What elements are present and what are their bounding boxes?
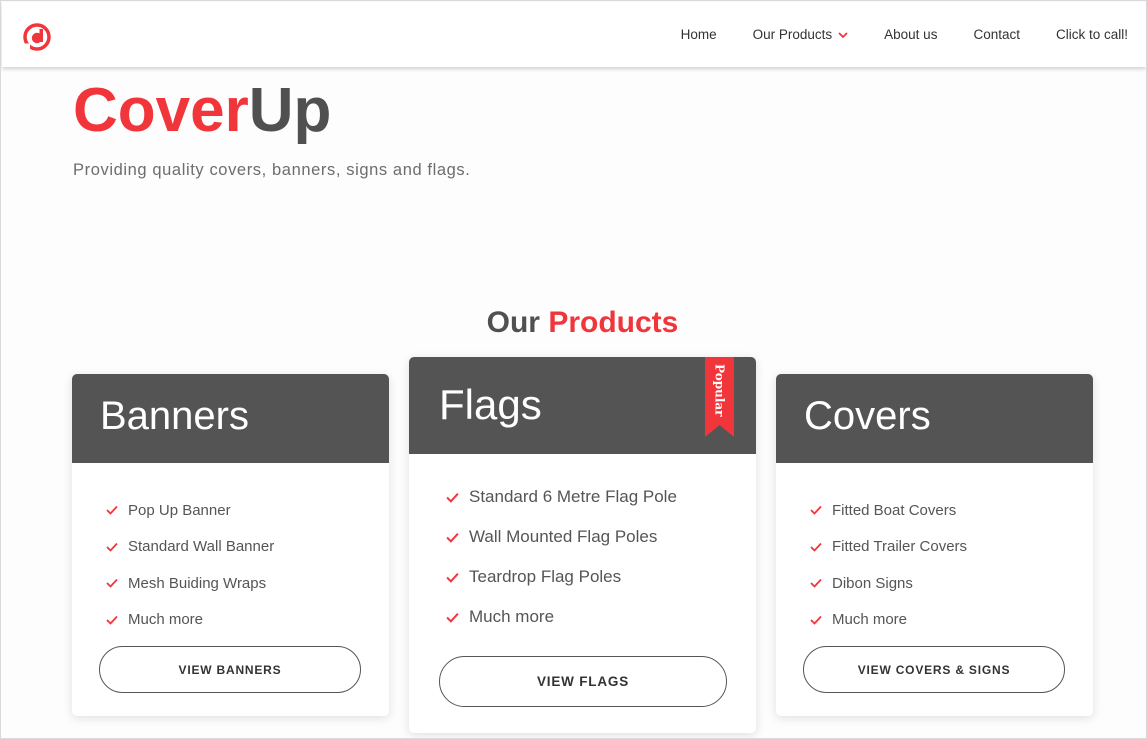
list-item: Teardrop Flag Poles: [446, 557, 677, 597]
nav-click-to-call[interactable]: Click to call!: [1056, 27, 1128, 42]
check-icon: [446, 532, 459, 543]
card-header: Banners: [72, 374, 389, 463]
view-flags-button[interactable]: VIEW FLAGS: [439, 656, 727, 707]
list-item-label: Pop Up Banner: [128, 501, 231, 519]
list-item: Mesh Buiding Wraps: [106, 565, 274, 602]
ribbon-label: Popular: [712, 363, 727, 417]
view-covers-signs-button[interactable]: VIEW COVERS & SIGNS: [803, 646, 1065, 693]
section-title-red: Products: [548, 306, 679, 339]
card-title: Flags: [439, 381, 542, 428]
popular-ribbon: Popular: [705, 357, 734, 437]
hero-title: CoverUp: [73, 75, 331, 147]
list-item: Much more: [106, 602, 274, 639]
card-header: Covers: [776, 374, 1093, 463]
nav-about-us[interactable]: About us: [884, 27, 937, 42]
list-item: Fitted Boat Covers: [810, 492, 967, 529]
check-icon: [106, 615, 118, 625]
product-card-banners: Banners Pop Up Banner Standard Wall Bann…: [72, 374, 389, 716]
check-icon: [810, 542, 822, 552]
section-title: Our Products: [1, 306, 1146, 340]
list-item-label: Fitted Trailer Covers: [832, 538, 968, 556]
section-title-dark: Our: [486, 306, 549, 339]
list-item-label: Standard 6 Metre Flag Pole: [469, 487, 677, 506]
list-item: Much more: [810, 602, 967, 639]
chevron-down-icon: [838, 31, 848, 38]
nav-contact[interactable]: Contact: [973, 27, 1020, 42]
list-item-label: Wall Mounted Flag Poles: [469, 527, 658, 546]
card-header: Flags Popular: [409, 357, 756, 454]
list-item-label: Much more: [832, 611, 908, 629]
check-icon: [810, 506, 822, 516]
nav-our-products[interactable]: Our Products: [753, 27, 849, 42]
list-item-label: Much more: [128, 611, 204, 629]
list-item-label: Teardrop Flag Poles: [469, 567, 622, 586]
logo-icon[interactable]: [22, 23, 52, 51]
check-icon: [106, 542, 118, 552]
list-item-label: Dibon Signs: [832, 574, 913, 592]
card-title: Covers: [804, 394, 931, 438]
check-icon: [810, 579, 822, 589]
hero-title-red: Cover: [73, 76, 249, 145]
card-title: Banners: [100, 394, 249, 438]
product-card-covers: Covers Fitted Boat Covers Fitted Trailer…: [776, 374, 1093, 716]
nav-home[interactable]: Home: [681, 27, 717, 42]
feature-list: Fitted Boat Covers Fitted Trailer Covers…: [810, 492, 967, 638]
navbar: Home Our Products About us Contact Click…: [2, 2, 1146, 67]
list-item-label: Standard Wall Banner: [128, 538, 275, 556]
feature-list: Standard 6 Metre Flag Pole Wall Mounted …: [446, 477, 677, 637]
page-frame: Home Our Products About us Contact Click…: [0, 0, 1147, 739]
list-item: Standard 6 Metre Flag Pole: [446, 477, 677, 517]
check-icon: [106, 579, 118, 589]
list-item: Standard Wall Banner: [106, 529, 274, 566]
product-card-flags: Flags Popular Standard 6 Metre Flag Pole…: [409, 357, 756, 733]
feature-list: Pop Up Banner Standard Wall Banner Mesh …: [106, 492, 274, 638]
list-item: Dibon Signs: [810, 565, 967, 602]
view-banners-button[interactable]: VIEW BANNERS: [99, 646, 361, 693]
list-item: Much more: [446, 597, 677, 637]
hero-title-dark: Up: [248, 76, 332, 145]
check-icon: [446, 572, 459, 583]
list-item: Pop Up Banner: [106, 492, 274, 529]
list-item-label: Fitted Boat Covers: [832, 501, 957, 519]
check-icon: [106, 506, 118, 516]
list-item: Wall Mounted Flag Poles: [446, 517, 677, 557]
check-icon: [446, 492, 459, 503]
check-icon: [810, 615, 822, 625]
hero-subtitle: Providing quality covers, banners, signs…: [73, 161, 471, 179]
list-item: Fitted Trailer Covers: [810, 529, 967, 566]
nav-links: Home Our Products About us Contact Click…: [645, 2, 1128, 67]
check-icon: [446, 612, 459, 623]
nav-our-products-label: Our Products: [752, 27, 833, 42]
list-item-label: Mesh Buiding Wraps: [128, 574, 267, 592]
list-item-label: Much more: [469, 607, 555, 626]
